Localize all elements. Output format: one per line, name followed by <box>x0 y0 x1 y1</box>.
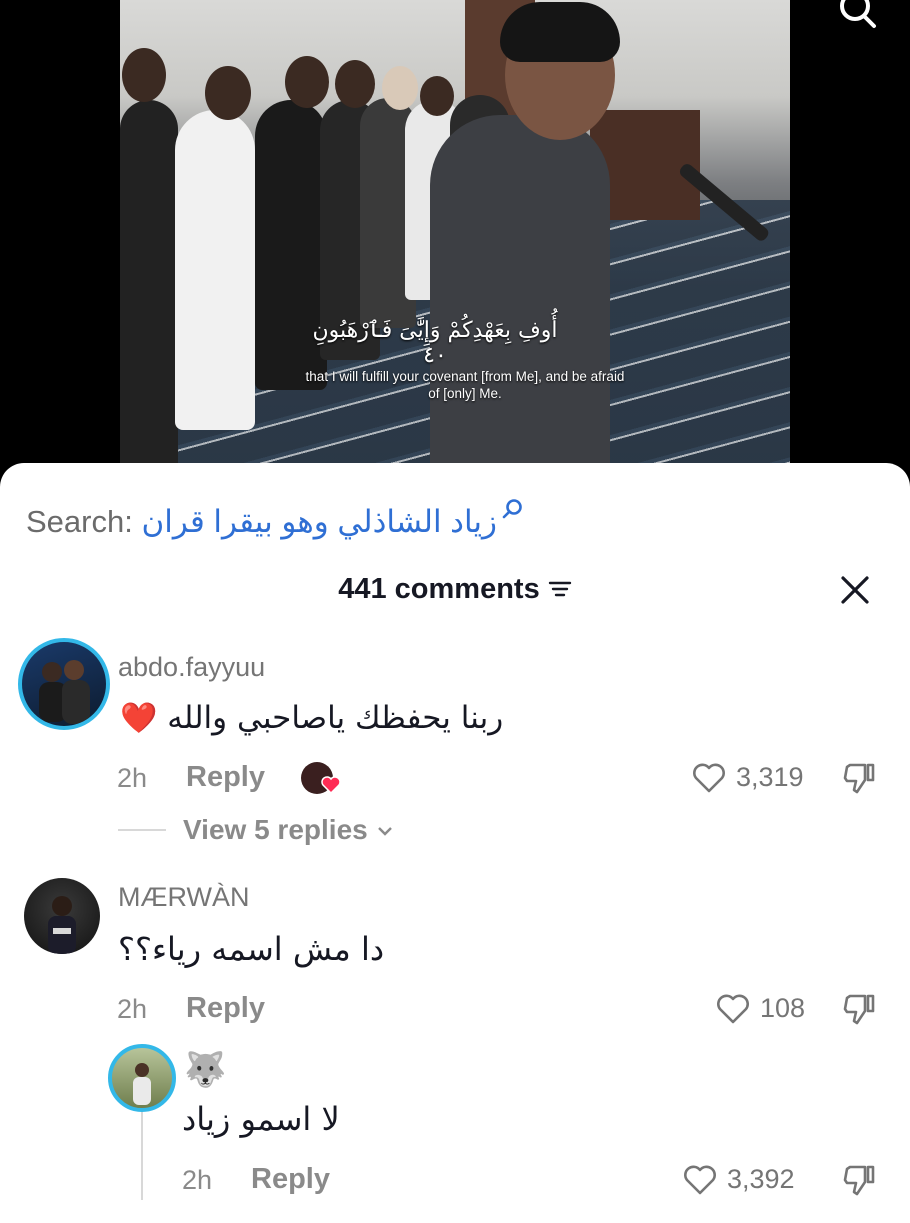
comments-count: 441 comments <box>338 573 540 605</box>
like-icon[interactable] <box>683 1164 717 1196</box>
view-replies-button[interactable]: View 5 replies <box>183 814 394 846</box>
comments-header: 441 comments <box>0 573 910 606</box>
sort-icon[interactable] <box>548 579 572 599</box>
comment-username[interactable]: MÆRWÀN <box>118 882 250 913</box>
comment-time: 2h <box>182 1165 213 1195</box>
chevron-down-icon <box>377 827 392 836</box>
search-label: Search: <box>26 504 133 539</box>
dislike-icon[interactable] <box>842 992 876 1026</box>
comment-text: دا مش اسمه رياء؟؟ <box>118 930 385 968</box>
reply-button[interactable]: Reply <box>186 761 265 794</box>
wolf-emoji[interactable]: 🐺 <box>184 1050 226 1090</box>
close-icon[interactable] <box>838 573 872 607</box>
video-frame <box>120 0 790 480</box>
comment-username[interactable]: abdo.fayyuu <box>118 652 265 683</box>
like-icon[interactable] <box>692 762 726 794</box>
avatar[interactable] <box>18 638 110 730</box>
like-count: 108 <box>760 993 806 1023</box>
dislike-icon[interactable] <box>842 1163 876 1197</box>
search-suggestion[interactable]: Search: زياد الشاذلي وهو بيقرا قران <box>26 498 524 540</box>
search-icon[interactable] <box>838 0 878 30</box>
heart-emoji: ❤️ <box>120 701 158 736</box>
comment-time: 2h <box>117 763 148 793</box>
reply-button[interactable]: Reply <box>251 1163 330 1196</box>
avatar[interactable] <box>108 1044 176 1112</box>
dislike-icon[interactable] <box>842 761 876 795</box>
avatar[interactable] <box>24 878 100 954</box>
like-count: 3,392 <box>727 1164 795 1194</box>
reply-button[interactable]: Reply <box>186 992 265 1025</box>
video-subtitle-english: that I will fulfill your covenant [from … <box>305 369 625 401</box>
like-count: 3,319 <box>736 762 804 792</box>
like-icon[interactable] <box>716 993 750 1025</box>
heart-icon <box>321 776 341 794</box>
comment-text: ❤️ ربنا يحفظك ياصاحبي والله <box>120 700 504 736</box>
search-icon <box>502 499 522 519</box>
comment-text: لا اسمو زياد <box>182 1100 340 1138</box>
video-player[interactable]: أُوفِ بِعَهْدِكُمْ وَإِيَّٰىَ فَٱرْهَبُو… <box>0 0 910 480</box>
video-subtitle-arabic: أُوفِ بِعَهْدِكُمْ وَإِيَّٰىَ فَٱرْهَبُو… <box>312 318 558 368</box>
search-query: زياد الشاذلي وهو بيقرا قران <box>141 504 498 539</box>
creator-liked-badge <box>301 762 341 794</box>
comment-time: 2h <box>117 994 148 1024</box>
